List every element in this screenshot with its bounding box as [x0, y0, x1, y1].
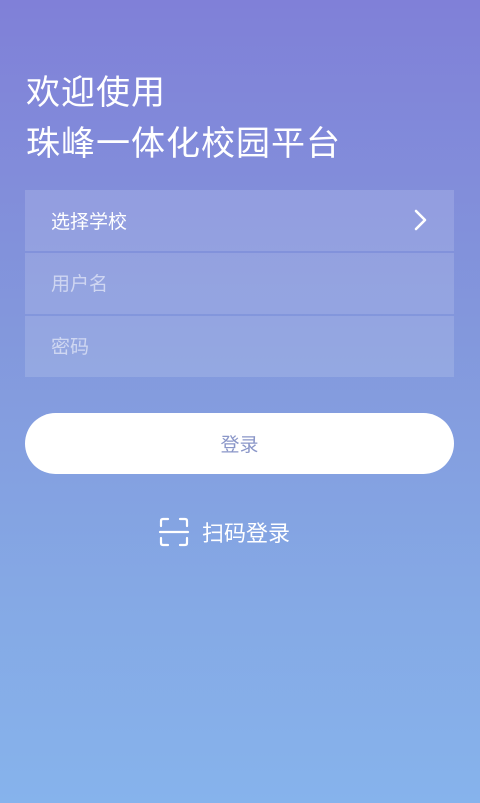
- username-input[interactable]: [51, 272, 428, 295]
- password-input[interactable]: [51, 335, 428, 358]
- chevron-right-icon: [414, 209, 427, 231]
- page-title: 欢迎使用 珠峰一体化校园平台: [26, 68, 341, 170]
- password-field-row: [25, 316, 454, 377]
- scan-login-label: 扫码登录: [202, 522, 291, 547]
- welcome-line: 欢迎使用: [26, 73, 166, 113]
- login-button[interactable]: 登录: [25, 413, 454, 474]
- platform-name: 珠峰一体化校园平台: [26, 124, 341, 164]
- login-form: 选择学校: [25, 190, 454, 377]
- school-select[interactable]: 选择学校: [25, 190, 454, 251]
- scan-login-button[interactable]: 扫码登录: [158, 514, 290, 550]
- school-select-label: 选择学校: [51, 211, 128, 233]
- login-screen: 欢迎使用 珠峰一体化校园平台 选择学校 登录 扫码登录: [0, 0, 480, 803]
- username-field-row: [25, 253, 454, 314]
- scan-qr-icon: [158, 517, 190, 547]
